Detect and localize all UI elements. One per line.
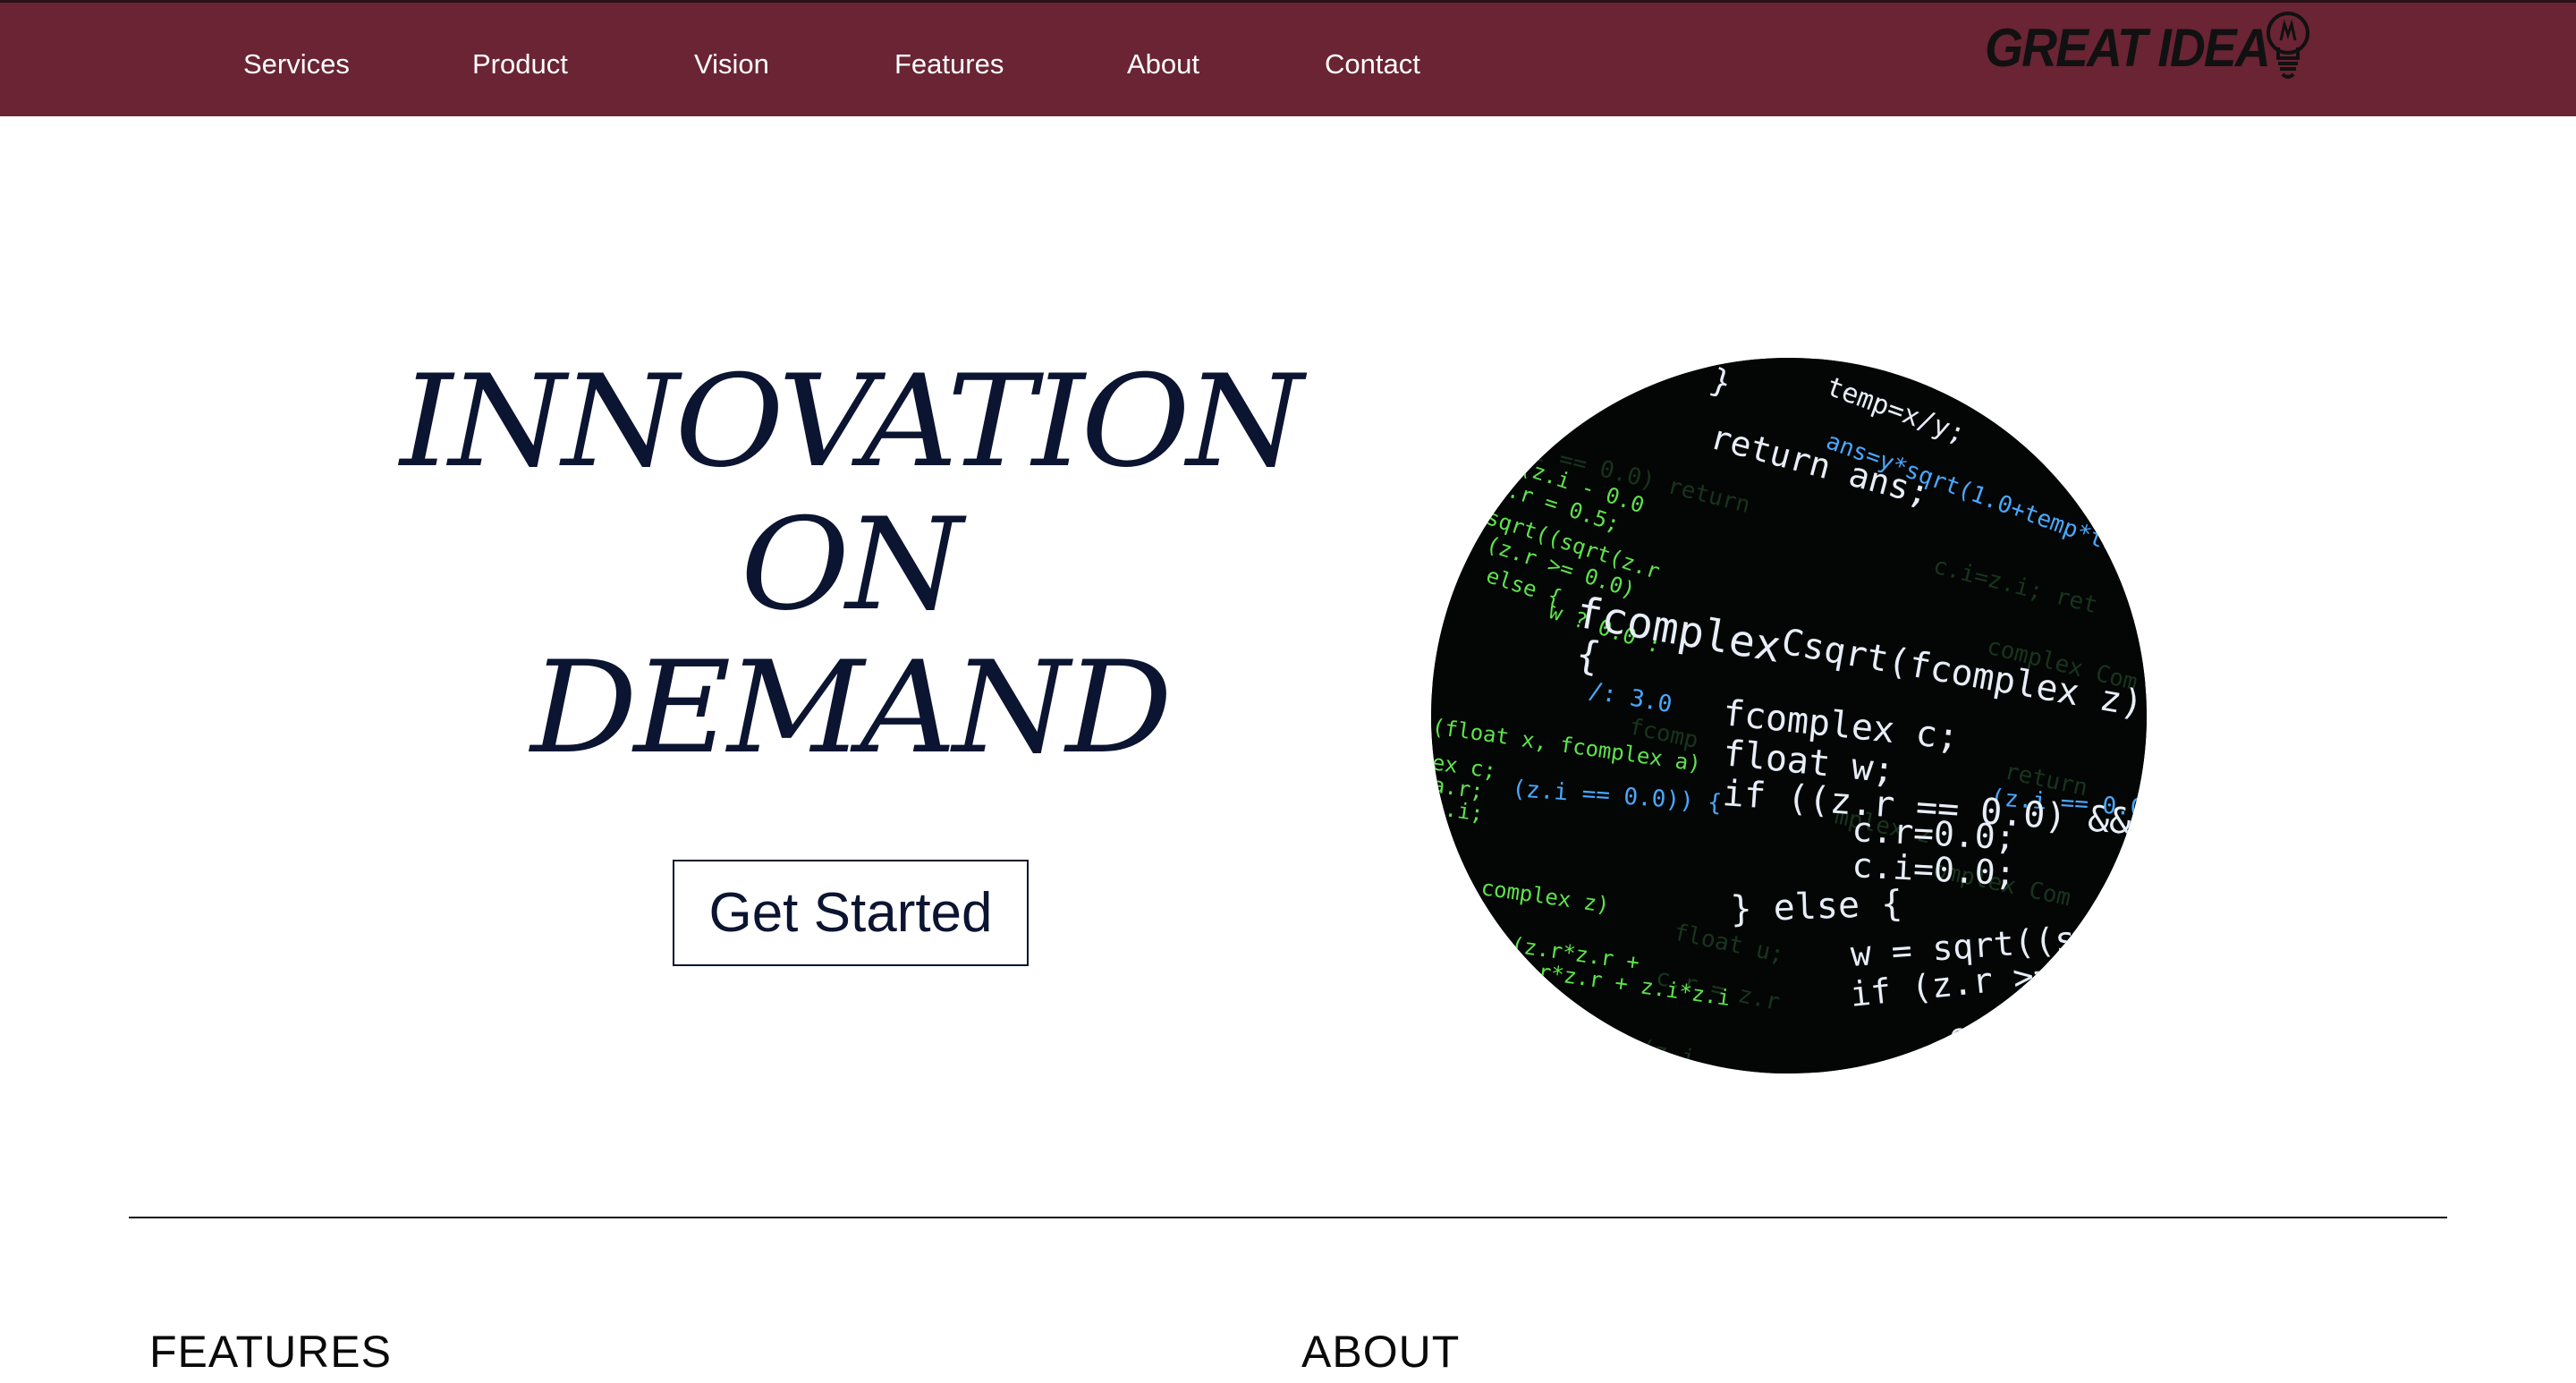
hero-title-line-2: ON bbox=[740, 491, 963, 639]
logo-text: GREAT IDEA bbox=[1985, 18, 2271, 78]
hero-title-line-1: INNOVATION bbox=[400, 348, 1303, 496]
nav-link-about[interactable]: About bbox=[1127, 47, 1199, 81]
nav-link-vision[interactable]: Vision bbox=[694, 47, 769, 81]
svg-text:} else {: } else { bbox=[1730, 883, 1903, 930]
features-heading: FEATURES bbox=[149, 1327, 392, 1377]
nav-link-contact[interactable]: Contact bbox=[1325, 47, 1420, 81]
get-started-button[interactable]: Get Started bbox=[673, 860, 1029, 966]
about-heading: ABOUT bbox=[1301, 1327, 1461, 1377]
nav-link-services[interactable]: Services bbox=[243, 47, 350, 81]
hero-title-line-3: DEMAND bbox=[530, 634, 1173, 782]
top-navbar: Services Product Vision Features About C… bbox=[0, 3, 2576, 116]
hero-title: INNOVATION ON DEMAND bbox=[315, 351, 1385, 780]
nav-link-product[interactable]: Product bbox=[472, 47, 568, 81]
lightbulb-icon bbox=[2261, 8, 2315, 81]
nav-links: Services Product Vision Features About C… bbox=[0, 3, 1521, 116]
hero-code-image: if (z.i == 0.0) return c.i=z.i; ret comp… bbox=[1431, 358, 2147, 1073]
brand-logo[interactable]: GREAT IDEA bbox=[1981, 8, 2321, 84]
nav-link-features[interactable]: Features bbox=[894, 47, 1004, 81]
section-divider bbox=[129, 1217, 2447, 1218]
svg-text:c.r: c.r bbox=[1946, 1012, 2005, 1055]
